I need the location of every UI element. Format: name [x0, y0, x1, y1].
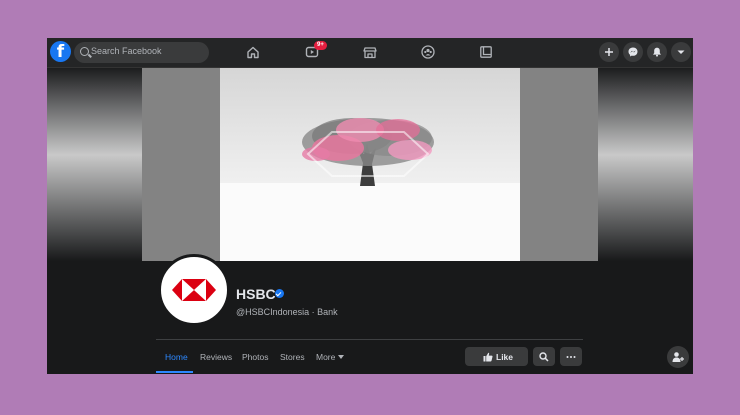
search-page-button[interactable] [533, 347, 555, 366]
page-title: HSBC [236, 286, 276, 302]
plus-icon [605, 48, 613, 56]
search-icon [539, 351, 549, 362]
tab-more[interactable]: More [316, 352, 345, 362]
search-input[interactable]: Search Facebook [74, 42, 209, 63]
caret-down-icon [677, 50, 685, 54]
marketplace-icon[interactable] [363, 45, 377, 59]
profile-avatar[interactable] [158, 254, 230, 326]
caret-down-icon [338, 355, 345, 359]
account-menu-button[interactable] [671, 42, 691, 62]
divider [156, 339, 583, 340]
top-navigation-bar: f Search Facebook 9+ [47, 38, 693, 68]
tab-more-label: More [316, 352, 336, 362]
facebook-window: f Search Facebook 9+ HSBC @HSBCIndonesia… [47, 38, 693, 374]
tab-stores[interactable]: Stores [280, 352, 305, 362]
add-friend-icon [672, 352, 684, 362]
tab-reviews[interactable]: Reviews [200, 352, 232, 362]
groups-icon[interactable] [421, 45, 435, 59]
tab-photos[interactable]: Photos [242, 352, 268, 362]
search-placeholder: Search Facebook [91, 46, 162, 56]
notification-badge: 9+ [314, 41, 327, 50]
facebook-logo[interactable]: f [50, 41, 71, 62]
home-icon[interactable] [246, 45, 260, 59]
cover-video[interactable] [142, 68, 598, 261]
create-button[interactable] [599, 42, 619, 62]
active-tab-indicator [156, 371, 193, 373]
cover-image [142, 68, 598, 261]
cover-area [47, 68, 693, 261]
new-message-button[interactable] [667, 346, 689, 368]
gaming-icon[interactable] [479, 45, 493, 59]
messenger-button[interactable] [623, 42, 643, 62]
hsbc-logo [172, 279, 216, 301]
page-handle-category: @HSBCIndonesia · Bank [236, 307, 338, 317]
search-icon [80, 47, 89, 56]
like-button[interactable]: Like [465, 347, 528, 366]
notifications-button[interactable] [647, 42, 667, 62]
like-button-label: Like [496, 352, 514, 362]
verified-badge-icon [275, 289, 284, 298]
bell-icon [653, 47, 661, 57]
ellipsis-icon [566, 356, 576, 358]
messenger-icon [628, 47, 638, 57]
thumbs-up-icon [483, 352, 493, 361]
more-options-button[interactable] [560, 347, 582, 366]
tab-home[interactable]: Home [165, 352, 188, 362]
